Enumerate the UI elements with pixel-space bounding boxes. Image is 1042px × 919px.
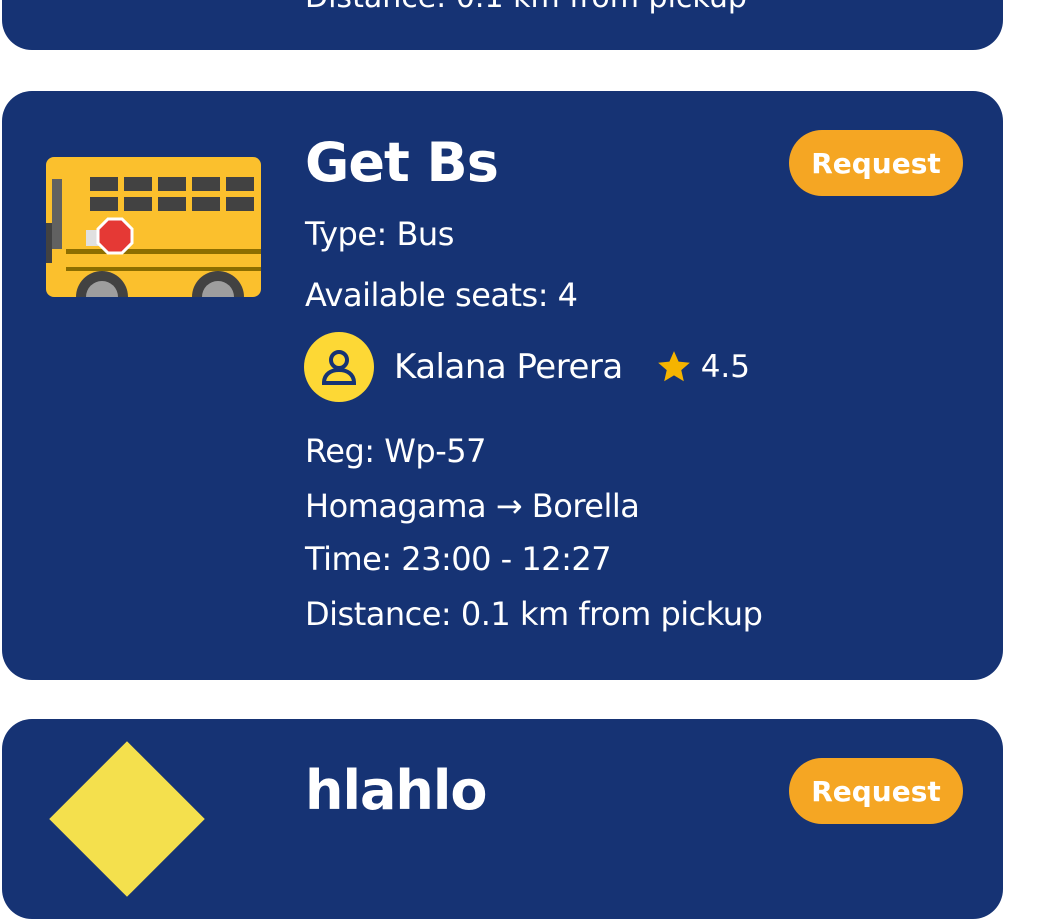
driver-row: Kalana Perera 4.5 [304, 332, 750, 402]
driver-name: Kalana Perera [394, 347, 623, 387]
driver-rating: 4.5 [700, 349, 750, 385]
star-icon [655, 348, 693, 386]
school-bus-icon [46, 157, 261, 297]
request-button[interactable]: Request [789, 130, 963, 196]
time-range: Time: 23:00 - 12:27 [305, 540, 612, 578]
distance-text: Distance: 0.1 km from pickup [305, 0, 747, 15]
avatar-icon [304, 332, 374, 402]
distance-text: Distance: 0.1 km from pickup [305, 595, 763, 633]
vehicle-name: hlahlo [305, 759, 487, 822]
vehicle-card[interactable]: Get Bs Request Type: Bus Available seats… [2, 91, 1003, 680]
vehicle-type: Type: Bus [305, 215, 454, 253]
vehicle-name: Get Bs [305, 131, 499, 194]
vehicle-thumbnail [49, 741, 205, 897]
vehicle-card-next[interactable]: hlahlo Request [2, 719, 1003, 919]
available-seats: Available seats: 4 [305, 276, 578, 314]
route: Homagama → Borella [305, 487, 640, 525]
vehicle-card-previous[interactable]: Distance: 0.1 km from pickup [2, 0, 1003, 50]
registration: Reg: Wp-57 [305, 432, 486, 470]
request-button[interactable]: Request [789, 758, 963, 824]
